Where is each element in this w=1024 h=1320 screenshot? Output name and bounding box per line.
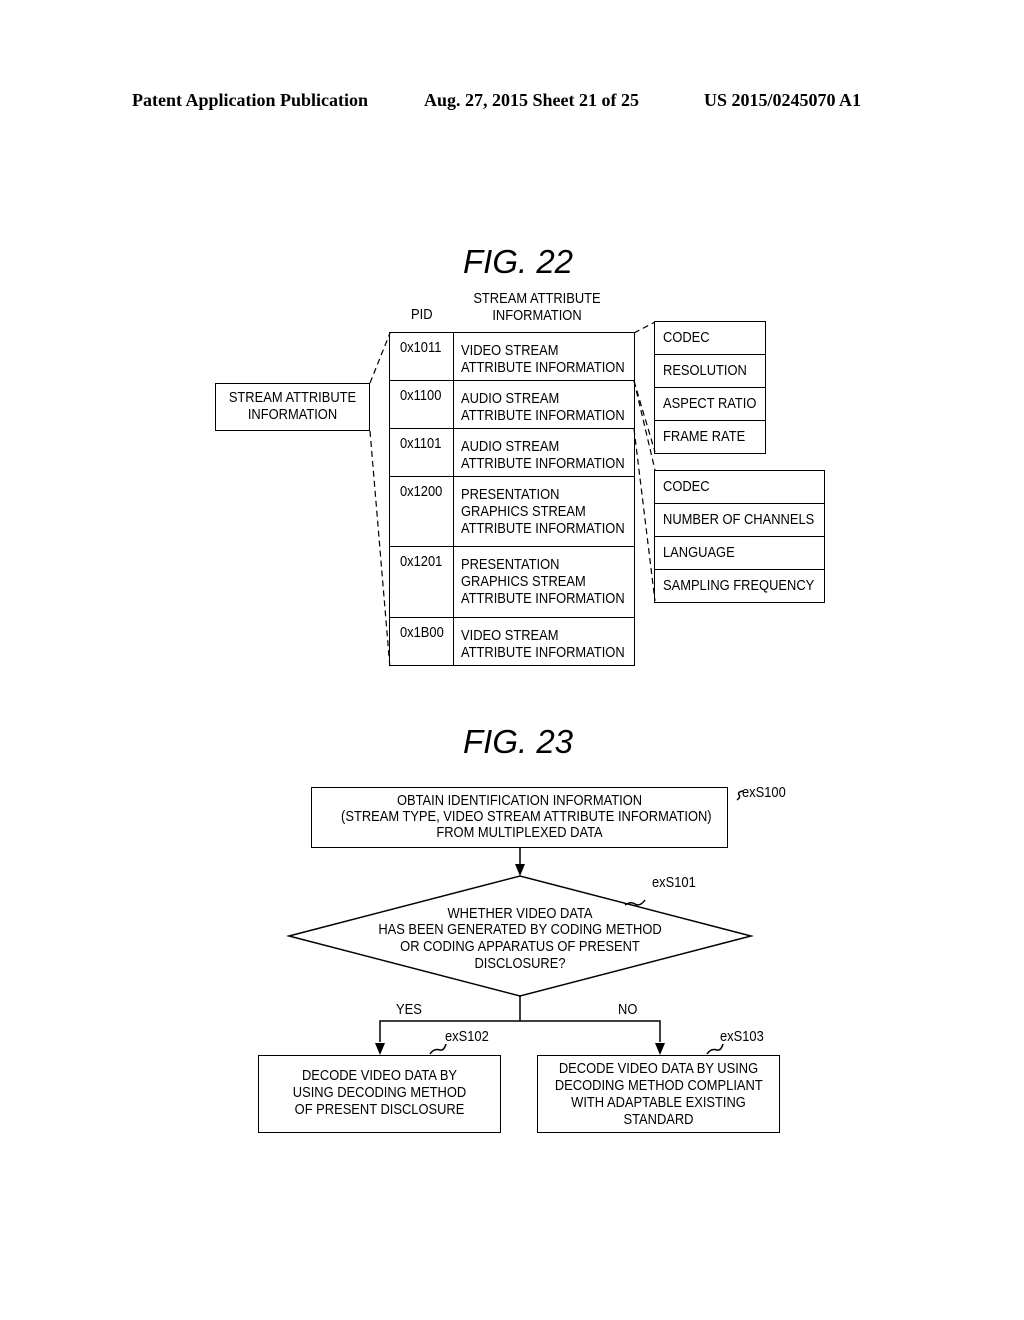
s103-line2: DECODING METHOD COMPLIANT: [554, 1077, 763, 1094]
s103-line1: DECODE VIDEO DATA BY USING: [558, 1060, 759, 1077]
ref-exS101: exS101: [652, 874, 696, 891]
s100-line1: OBTAIN IDENTIFICATION INFORMATION: [396, 792, 643, 809]
s101-line3: OR CODING APPARATUS OF PRESENT: [400, 938, 640, 955]
ref-tick-s102: [429, 1043, 447, 1055]
branch-line: [379, 1020, 661, 1042]
s101-line1: WHETHER VIDEO DATA: [447, 905, 593, 922]
s100-line2: (STREAM TYPE, VIDEO STREAM ATTRIBUTE INF…: [341, 808, 712, 825]
flowchart-lines: [286, 790, 754, 1055]
s103-line4: STANDARD: [623, 1111, 694, 1128]
arrowhead-s101: [515, 864, 525, 876]
s100-line3: FROM MULTIPLEXED DATA: [436, 824, 603, 841]
no-label: NO: [618, 1001, 638, 1018]
step-s103-box: DECODE VIDEO DATA BY USING DECODING METH…: [537, 1055, 780, 1133]
s103-line3: WITH ADAPTABLE EXISTING: [571, 1094, 746, 1111]
step-s102-box: DECODE VIDEO DATA BY USING DECODING METH…: [258, 1055, 501, 1133]
ref-exS102: exS102: [445, 1028, 489, 1045]
s102-line1: DECODE VIDEO DATA BY: [301, 1067, 458, 1084]
s102-line2: USING DECODING METHOD: [292, 1084, 467, 1101]
s102-line3: OF PRESENT DISCLOSURE: [294, 1101, 465, 1118]
ref-exS103: exS103: [720, 1028, 764, 1045]
ref-exS100: exS100: [742, 784, 786, 801]
arrowhead-yes: [375, 1043, 385, 1055]
step-s100-box: OBTAIN IDENTIFICATION INFORMATION (STREA…: [311, 787, 728, 848]
yes-label: YES: [396, 1001, 422, 1018]
s101-line4: DISCLOSURE?: [474, 955, 566, 972]
s101-line2: HAS BEEN GENERATED BY CODING METHOD: [378, 921, 662, 938]
arrowhead-no: [655, 1043, 665, 1055]
ref-tick-s103: [706, 1043, 724, 1055]
